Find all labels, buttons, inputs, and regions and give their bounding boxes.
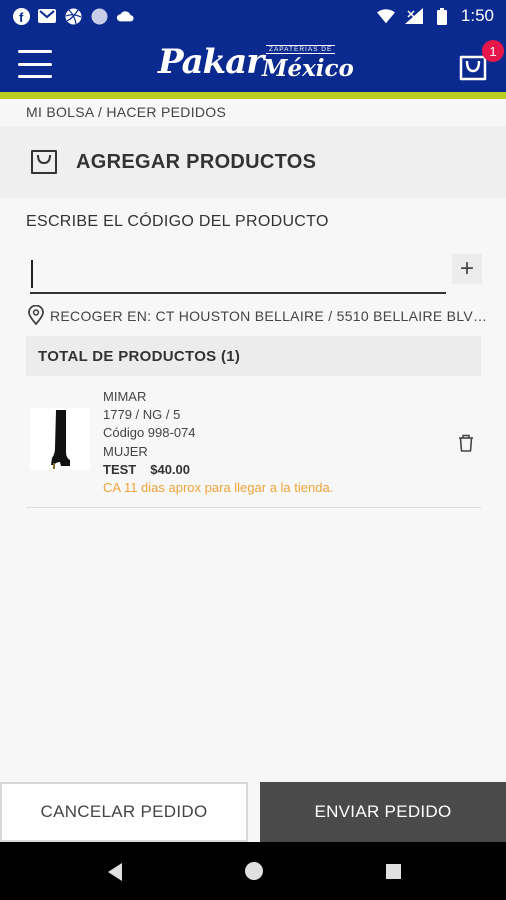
- trash-icon[interactable]: [457, 433, 475, 453]
- product-details: MIMAR 1779 / NG / 5 Código 998-074 MUJER…: [103, 388, 333, 497]
- text-caret: [31, 260, 33, 288]
- bag-icon: [30, 145, 58, 180]
- product-code: Código 998-074: [103, 425, 196, 441]
- logo-brand: Pakar: [158, 42, 264, 82]
- brand-logo[interactable]: Pakar ZAPATERIAS DE México: [158, 42, 358, 86]
- cloud-icon: [116, 7, 134, 25]
- product-name: MIMAR: [103, 389, 147, 404]
- circle-icon: [90, 7, 108, 25]
- pickup-location-text: RECOGER EN: CT HOUSTON BELLAIRE / 5510 B…: [50, 308, 488, 324]
- signal-icon: [404, 7, 423, 25]
- product-code-label: ESCRIBE EL CÓDIGO DEL PRODUCTO: [26, 213, 329, 230]
- product-price: $40.00: [150, 461, 190, 477]
- menu-icon[interactable]: [18, 50, 52, 78]
- status-bar: f 1:50: [0, 0, 506, 32]
- facebook-icon: f: [12, 7, 30, 25]
- wifi-icon: [376, 7, 395, 25]
- product-variant: 1779 / NG / 5: [103, 407, 181, 423]
- logo-tagline: ZAPATERIAS DE: [266, 45, 336, 54]
- cart-item: MIMAR 1779 / NG / 5 Código 998-074 MUJER…: [26, 380, 481, 508]
- page-title: AGREGAR PRODUCTOS: [76, 150, 317, 173]
- cancel-order-button[interactable]: CANCELAR PEDIDO: [0, 782, 248, 842]
- pickup-location[interactable]: RECOGER EN: CT HOUSTON BELLAIRE / 5510 B…: [28, 305, 488, 327]
- breadcrumb: MI BOLSA / HACER PEDIDOS: [26, 104, 227, 120]
- recent-apps-icon[interactable]: [386, 864, 401, 879]
- clock: 1:50: [460, 6, 494, 25]
- back-icon[interactable]: [106, 862, 124, 882]
- product-code-input[interactable]: [30, 256, 446, 294]
- send-order-button[interactable]: ENVIAR PEDIDO: [260, 782, 506, 842]
- dribbble-icon: [64, 7, 82, 25]
- product-tag: TEST: [103, 461, 137, 477]
- svg-text:f: f: [19, 10, 24, 25]
- battery-icon: [433, 7, 451, 25]
- home-icon[interactable]: [245, 862, 263, 880]
- delivery-estimate: CA 11 dias aprox para llegar a la tienda…: [103, 480, 334, 496]
- accent-stripe: [0, 92, 506, 99]
- total-products-bar: TOTAL DE PRODUCTOS (1): [26, 336, 481, 376]
- logo-country: México: [262, 55, 354, 82]
- section-header: AGREGAR PRODUCTOS: [0, 126, 506, 198]
- add-product-button[interactable]: +: [452, 254, 482, 284]
- gmail-icon: [38, 7, 56, 25]
- product-image: [30, 408, 90, 470]
- location-pin-icon: [28, 305, 44, 327]
- cart-count-badge: 1: [482, 40, 504, 62]
- product-category: MUJER: [103, 443, 148, 459]
